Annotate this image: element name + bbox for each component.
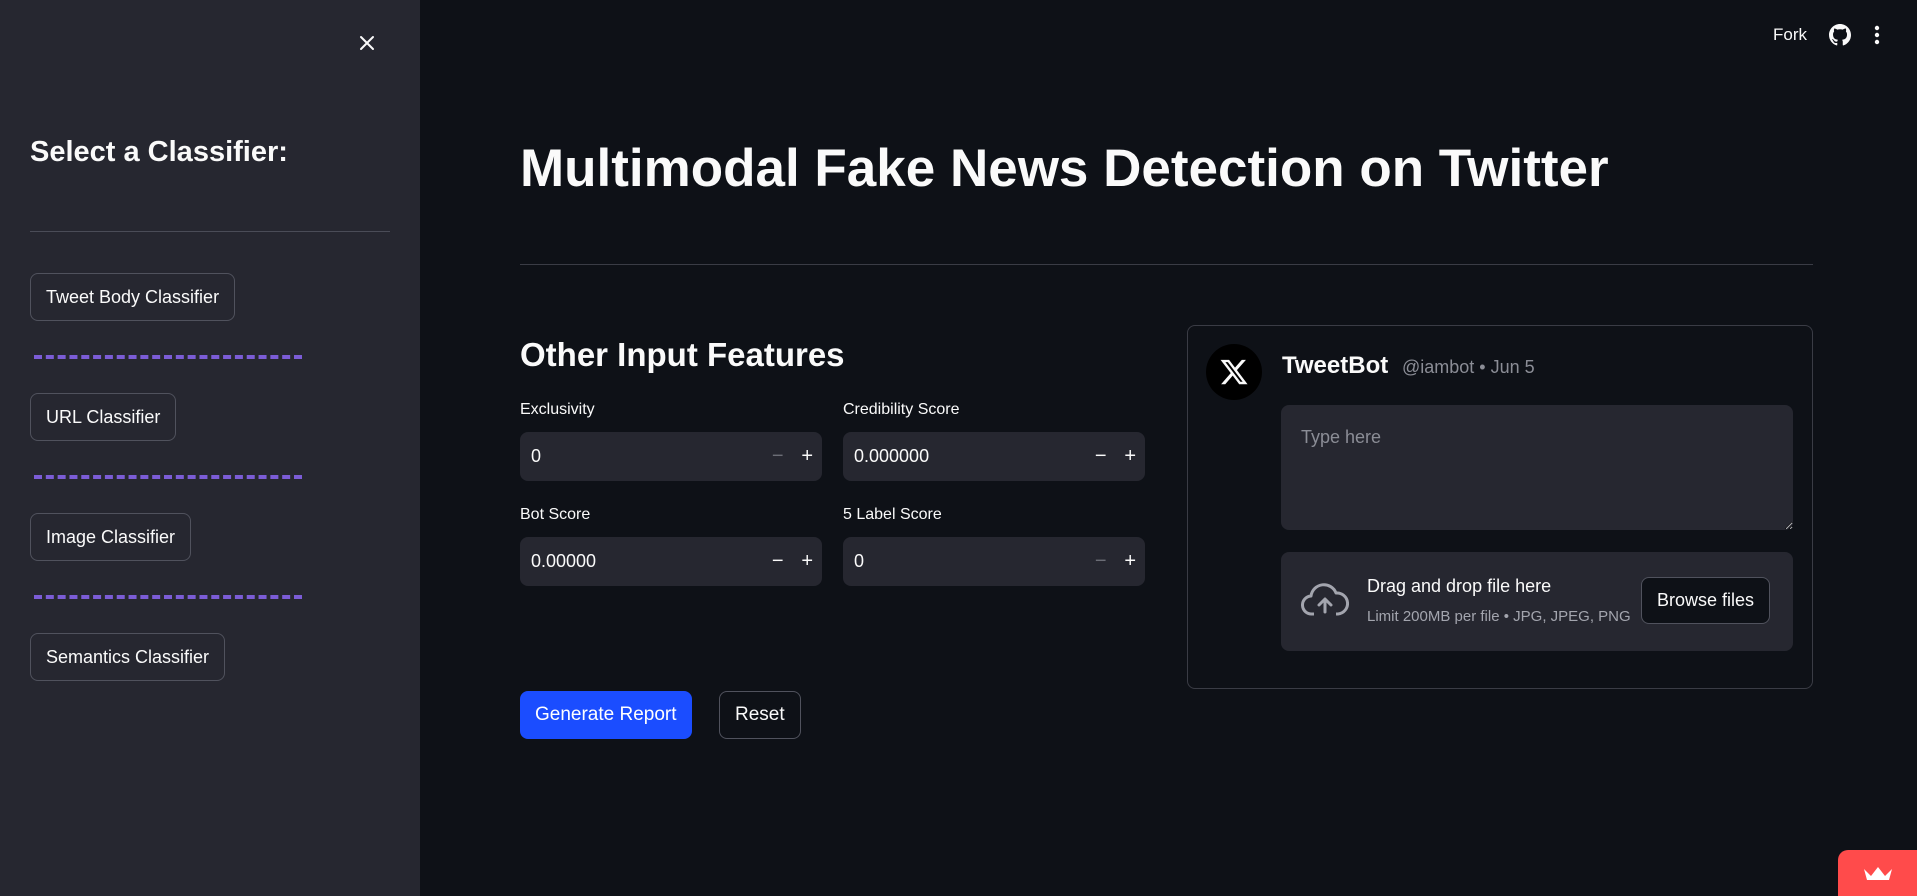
title-divider xyxy=(520,264,1813,265)
page-title: Multimodal Fake News Detection on Twitte… xyxy=(520,139,1609,198)
bot-score-input-group: − + xyxy=(520,537,822,586)
credibility-score-input[interactable] xyxy=(843,446,1086,467)
github-icon[interactable] xyxy=(1829,24,1851,46)
label-score-input[interactable] xyxy=(843,551,1086,572)
bot-score-label: Bot Score xyxy=(520,506,591,523)
credibility-score-label: Credibility Score xyxy=(843,401,960,418)
close-sidebar-button[interactable] xyxy=(352,28,382,58)
decrement-button[interactable]: − xyxy=(763,537,793,586)
x-logo-icon xyxy=(1220,359,1248,385)
browse-files-button[interactable]: Browse files xyxy=(1641,577,1771,624)
dashed-divider xyxy=(34,595,302,599)
dashed-divider xyxy=(34,355,302,359)
dashed-divider xyxy=(34,475,302,479)
increment-button[interactable]: + xyxy=(793,432,823,481)
semantics-classifier-button[interactable]: Semantics Classifier xyxy=(30,633,226,681)
bot-score-input[interactable] xyxy=(520,551,763,572)
increment-button[interactable]: + xyxy=(1116,432,1146,481)
upload-limit-text: Limit 200MB per file • JPG, JPEG, PNG xyxy=(1367,608,1631,625)
tweet-author-name: TweetBot xyxy=(1282,352,1389,379)
section-heading: Other Input Features xyxy=(520,336,845,373)
crown-icon xyxy=(1863,867,1892,880)
decrement-button[interactable]: − xyxy=(763,432,793,481)
reset-button[interactable]: Reset xyxy=(719,691,801,739)
sidebar-title: Select a Classifier: xyxy=(30,136,288,168)
tweet-card: TweetBot @iambot • Jun 5 Drag and drop f… xyxy=(1187,325,1813,689)
file-uploader[interactable]: Drag and drop file here Limit 200MB per … xyxy=(1281,552,1793,651)
toolbar: Fork xyxy=(1773,24,1881,46)
url-classifier-button[interactable]: URL Classifier xyxy=(30,393,177,441)
tweet-body-classifier-button[interactable]: Tweet Body Classifier xyxy=(30,273,236,321)
tweet-text-input[interactable] xyxy=(1281,405,1793,530)
increment-button[interactable]: + xyxy=(1116,537,1146,586)
decrement-button[interactable]: − xyxy=(1086,537,1116,586)
label-score-input-group: − + xyxy=(843,537,1145,586)
credibility-score-input-group: − + xyxy=(843,432,1145,481)
streamlit-badge[interactable] xyxy=(1838,850,1917,896)
upload-title: Drag and drop file here xyxy=(1367,576,1552,596)
tweet-handle-date: @iambot • Jun 5 xyxy=(1402,357,1535,377)
label-score-label: 5 Label Score xyxy=(843,506,942,523)
avatar xyxy=(1206,344,1262,400)
generate-report-button[interactable]: Generate Report xyxy=(520,691,692,739)
exclusivity-input[interactable] xyxy=(520,446,763,467)
close-icon xyxy=(360,36,374,50)
image-classifier-button[interactable]: Image Classifier xyxy=(30,513,192,561)
increment-button[interactable]: + xyxy=(793,537,823,586)
cloud-upload-icon xyxy=(1301,583,1349,616)
sidebar-divider xyxy=(30,231,390,232)
fork-link[interactable]: Fork xyxy=(1773,25,1807,45)
decrement-button[interactable]: − xyxy=(1086,432,1116,481)
exclusivity-label: Exclusivity xyxy=(520,401,595,418)
exclusivity-input-group: − + xyxy=(520,432,822,481)
sidebar: Select a Classifier: Tweet Body Classifi… xyxy=(0,0,420,896)
kebab-menu-icon[interactable] xyxy=(1873,24,1881,46)
